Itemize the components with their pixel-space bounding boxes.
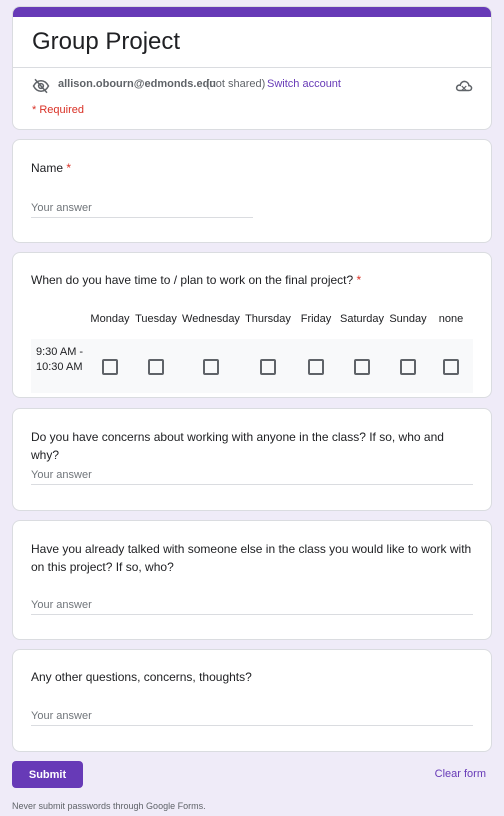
question-title-name: Name * [31,159,71,177]
grid-row: 9:30 AM - 10:30 AM [31,339,473,393]
footer-note: Never submit passwords through Google Fo… [12,801,206,811]
header-divider [13,67,491,68]
question-card-talked: Have you already talked with someone els… [12,520,492,640]
name-input[interactable] [31,202,253,218]
checkbox-monday[interactable] [102,359,118,375]
other-input[interactable] [31,710,473,726]
question-card-concerns: Do you have concerns about working with … [12,408,492,511]
required-asterisk: * [66,161,72,175]
checkbox-tuesday[interactable] [148,359,164,375]
grid-column-wednesday: Wednesday [182,313,240,325]
checkbox-none[interactable] [443,359,459,375]
submit-button[interactable]: Submit [12,761,83,788]
grid-column-none: none [438,313,464,325]
question-card-other: Any other questions, concerns, thoughts? [12,649,492,752]
question-card-time: When do you have time to / plan to work … [12,252,492,398]
question-card-name: Name * [12,139,492,243]
checkbox-thursday[interactable] [260,359,276,375]
question-title-other: Any other questions, concerns, thoughts? [31,670,252,684]
header-accent-bar [13,7,491,17]
form-header-card: Group Project allison.obourn@edmonds.edu… [12,6,492,130]
clear-form-button[interactable]: Clear form [435,768,486,780]
account-email: allison.obourn@edmonds.edu [58,78,217,90]
required-note: * Required [32,104,84,116]
checkbox-saturday[interactable] [354,359,370,375]
switch-account-link[interactable]: Switch account [267,78,341,90]
checkbox-wednesday[interactable] [203,359,219,375]
cloud-off-icon [455,80,473,92]
eye-off-icon [32,78,50,94]
question-title-text: When do you have time to / plan to work … [31,273,354,287]
concerns-input[interactable] [31,469,473,485]
question-title-text: Name [31,161,64,175]
talked-input[interactable] [31,599,473,615]
checkbox-sunday[interactable] [400,359,416,375]
required-asterisk: * [356,273,362,287]
not-shared-label: (not shared) [206,78,266,90]
account-row: allison.obourn@edmonds.edu (not shared) … [32,77,479,95]
grid-column-tuesday: Tuesday [135,313,177,325]
checkbox-friday[interactable] [308,359,324,375]
question-title-concerns: Do you have concerns about working with … [31,430,444,462]
grid-row-label: 9:30 AM - 10:30 AM [36,346,84,373]
question-title-talked: Have you already talked with someone els… [31,542,472,574]
question-title-time: When do you have time to / plan to work … [31,271,473,289]
form-title: Group Project [32,28,181,55]
